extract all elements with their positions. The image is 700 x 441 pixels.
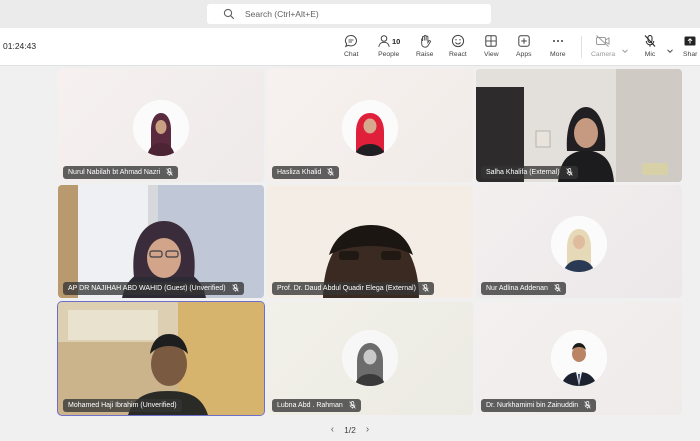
react-button[interactable]: React [449,33,467,63]
chat-icon [344,34,358,48]
people-count: 10 [392,36,401,46]
mic-button[interactable]: Mic [643,33,657,63]
hand-icon [418,34,432,48]
participant-tile[interactable]: Hasliza Khalid [267,69,473,182]
share-button[interactable]: Shar [683,33,697,63]
next-page-chevron-icon[interactable]: › [366,424,369,435]
participant-name: Lubna Abd . Rahman [277,402,343,409]
participant-tile[interactable]: Nurul Nabilah bt Ahmad Nazri [58,69,264,182]
participant-name-tag: Salha Khalifa (External) [481,166,578,179]
page-indicator: 1/2 [344,424,356,435]
title-bar: Search (Ctrl+Alt+E) [0,0,700,28]
mic-label: Mic [644,51,656,58]
participant-name-tag: Prof. Dr. Daud Abdul Quadir Elega (Exter… [272,282,434,295]
mic-muted-icon [584,400,591,411]
raise-hand-button[interactable]: Raise [416,33,433,63]
participant-name: Nur Adlina Addenan [486,285,548,292]
apps-button[interactable]: Apps [516,33,532,63]
more-button[interactable]: More [550,33,566,63]
participant-name-tag: Dr. Nurkhamimi bin Zainuddin [481,399,597,412]
participant-name: Hasliza Khalid [277,169,322,176]
grid-view-icon [484,34,498,48]
mic-options-chevron-icon[interactable] [666,42,674,60]
video-gallery: Nurul Nabilah bt Ahmad Nazri Hasliza Kha… [0,66,700,418]
participant-name: Prof. Dr. Daud Abdul Quadir Elega (Exter… [277,285,416,292]
participant-video-tile[interactable]: Salha Khalifa (External) [476,69,682,182]
divider [581,36,582,58]
participant-name-tag: Nurul Nabilah bt Ahmad Nazri [63,166,179,179]
smiley-icon [451,34,465,48]
mic-off-icon [643,34,657,48]
mic-muted-icon [231,283,239,294]
participant-name-tag: Mohamed Haji Ibrahim (Unverified) [63,399,182,412]
participant-tile[interactable]: Nur Adlina Addenan [476,185,682,298]
participant-name: Nurul Nabilah bt Ahmad Nazri [68,169,161,176]
participant-name: Dr. Nurkhamimi bin Zainuddin [486,402,579,409]
share-label: Shar [683,51,698,58]
participant-name-tag: Lubna Abd . Rahman [272,399,361,412]
participant-name-tag: AP DR NAJIHAH ABD WAHID (Guest) (Unverif… [63,282,244,295]
mic-muted-icon [422,283,429,294]
mic-muted-icon [166,167,173,178]
participant-name-tag: Nur Adlina Addenan [481,282,566,295]
view-button[interactable]: View [484,33,499,63]
participant-name: AP DR NAJIHAH ABD WAHID (Guest) (Unverif… [68,285,226,292]
gallery-pagination: ‹ 1/2 › [0,418,700,441]
participant-name: Mohamed Haji Ibrahim (Unverified) [68,402,177,409]
camera-label: Camera [591,51,616,58]
chat-label: Chat [344,51,359,58]
participant-video-tile[interactable]: Prof. Dr. Daud Abdul Quadir Elega (Exter… [267,185,473,298]
participant-name-tag: Hasliza Khalid [272,166,340,179]
chat-button[interactable]: Chat [344,33,358,63]
participant-tile[interactable]: Lubna Abd . Rahman [267,302,473,415]
participant-name: Salha Khalifa (External) [486,169,560,176]
search-icon [223,8,235,20]
camera-off-icon [595,34,611,48]
avatar [551,330,607,386]
search-placeholder: Search (Ctrl+Alt+E) [245,9,319,19]
react-label: React [449,51,467,58]
people-label: People [378,51,400,58]
share-icon [683,34,697,48]
more-icon [551,34,565,48]
meeting-controls-bar: 01:24:43 Chat 10 People Raise React View [0,28,700,66]
mic-muted-icon [565,167,573,178]
avatar [551,216,607,272]
add-app-icon [517,34,531,48]
apps-label: Apps [516,51,532,58]
previous-page-chevron-icon[interactable]: ‹ [331,424,334,435]
people-icon [377,34,391,48]
camera-options-chevron-icon[interactable] [621,42,629,60]
participant-video-tile[interactable]: AP DR NAJIHAH ABD WAHID (Guest) (Unverif… [58,185,264,298]
more-label: More [550,51,566,58]
participant-video-tile-active-speaker[interactable]: Mohamed Haji Ibrahim (Unverified) [57,301,265,416]
mic-muted-icon [327,167,335,178]
mic-muted-icon [349,400,356,411]
search-box[interactable]: Search (Ctrl+Alt+E) [207,4,491,24]
avatar [342,100,398,156]
participant-tile[interactable]: Dr. Nurkhamimi bin Zainuddin [476,302,682,415]
avatar [342,330,398,386]
avatar [133,100,189,156]
raise-label: Raise [416,51,434,58]
mic-muted-icon [554,283,561,294]
view-label: View [484,51,499,58]
people-button[interactable]: 10 People [377,33,400,63]
camera-button[interactable]: Camera [591,33,615,63]
meeting-timer: 01:24:43 [3,41,37,51]
